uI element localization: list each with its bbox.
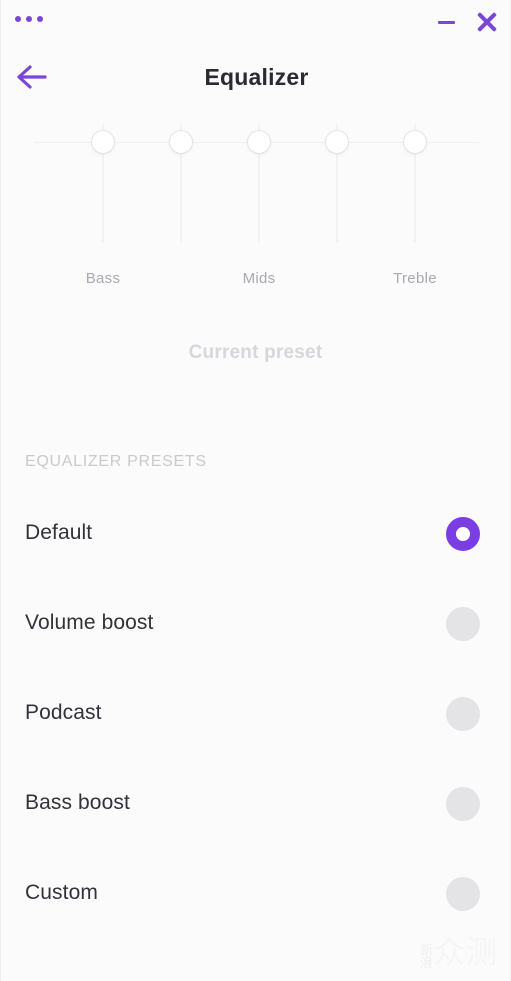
preset-radio[interactable] (446, 877, 480, 911)
eq-band-label-mids: Mids (242, 270, 276, 287)
title-bar (1, 0, 510, 46)
eq-slider-treble[interactable]: Treble (393, 118, 437, 287)
preset-row-volume-boost[interactable]: Volume boost (1, 595, 510, 685)
eq-slider-knob[interactable] (326, 131, 348, 153)
preset-radio[interactable] (446, 607, 480, 641)
eq-slider-4[interactable] (317, 118, 357, 268)
eq-slider-2[interactable] (161, 118, 201, 268)
preset-label: Bass boost (25, 791, 130, 814)
preset-radio-selected[interactable] (446, 517, 480, 551)
minimize-button[interactable] (432, 8, 460, 36)
presets-list: Default Volume boost Podcast Bass boost … (1, 505, 510, 955)
preset-radio[interactable] (446, 787, 480, 821)
current-preset-label: Current preset (188, 342, 323, 363)
overflow-menu-dots-icon[interactable] (15, 12, 49, 26)
eq-slider-knob[interactable] (248, 131, 270, 153)
preset-row-custom[interactable]: Custom (1, 865, 510, 955)
presets-section-heading: EQUALIZER PRESETS (25, 453, 207, 470)
menu-dot-3 (37, 16, 43, 22)
eq-band-label-treble: Treble (393, 270, 437, 287)
close-button[interactable] (470, 5, 504, 39)
eq-slider-bass[interactable]: Bass (83, 118, 123, 287)
page-header: Equalizer (1, 46, 510, 108)
preset-label: Custom (25, 881, 98, 904)
page-title: Equalizer (204, 64, 309, 90)
eq-slider-knob[interactable] (404, 131, 426, 153)
preset-label: Podcast (25, 701, 102, 724)
equalizer-sliders: Bass Mids Treble (1, 118, 510, 308)
menu-dot-1 (15, 16, 21, 22)
equalizer-window: Equalizer Bass Mids Treble Current prese… (0, 0, 511, 981)
preset-row-podcast[interactable]: Podcast (1, 685, 510, 775)
menu-dot-2 (26, 16, 32, 22)
preset-label: Default (25, 521, 93, 544)
eq-slider-mids[interactable]: Mids (239, 118, 279, 287)
preset-row-bass-boost[interactable]: Bass boost (1, 775, 510, 865)
preset-label: Volume boost (25, 611, 154, 634)
eq-band-label-bass: Bass (85, 270, 121, 287)
eq-slider-knob[interactable] (92, 131, 114, 153)
preset-row-default[interactable]: Default (1, 505, 510, 595)
eq-slider-knob[interactable] (170, 131, 192, 153)
preset-radio[interactable] (446, 697, 480, 731)
